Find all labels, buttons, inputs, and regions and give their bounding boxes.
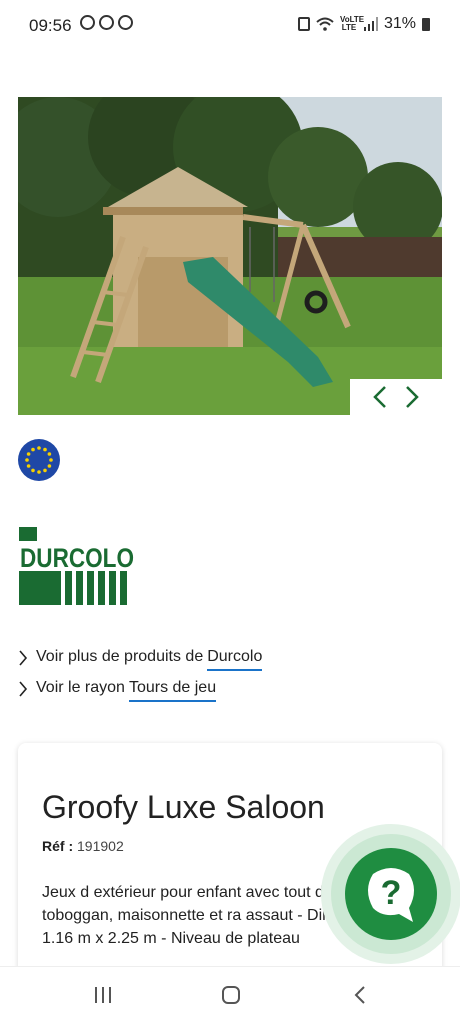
chevron-right-icon xyxy=(19,650,28,666)
record-icon xyxy=(99,15,114,30)
durcolo-logo-text: DURCOLO xyxy=(20,543,134,573)
status-time: 09:56 xyxy=(29,16,72,35)
eu-flag-icon xyxy=(18,439,60,481)
status-app-icons xyxy=(80,15,133,30)
recent-apps-icon[interactable] xyxy=(93,986,113,1004)
android-nav-bar xyxy=(0,966,460,1025)
help-chat-button[interactable]: ? xyxy=(321,824,460,964)
link-more-products[interactable]: Voir plus de produits de Durcolo xyxy=(18,648,263,679)
link-category[interactable]: Voir le rayon Tours de jeu xyxy=(18,679,262,710)
signal-icon xyxy=(363,17,378,31)
battery-percent: 31% xyxy=(383,15,416,32)
wifi-icon xyxy=(316,17,334,31)
chevron-right-icon[interactable] xyxy=(405,385,419,409)
battery-icon xyxy=(422,17,430,31)
status-right: VoLTE LTE 31% xyxy=(297,15,430,33)
question-chat-icon: ? xyxy=(381,874,402,912)
ref-label: Réf : xyxy=(42,838,74,854)
chevron-left-icon[interactable] xyxy=(373,385,387,409)
product-ref: Réf : 191902 xyxy=(42,838,124,854)
back-icon[interactable] xyxy=(354,985,366,1005)
lte-indicator: VoLTE LTE xyxy=(339,15,365,32)
messenger-icon xyxy=(118,15,133,30)
playground-photo xyxy=(18,97,442,415)
home-icon[interactable] xyxy=(221,985,241,1005)
product-title: Groofy Luxe Saloon xyxy=(42,789,325,825)
product-links: Voir plus de produits de Durcolo Voir le… xyxy=(18,648,263,710)
link-prefix: Voir plus de produits de xyxy=(36,648,204,665)
sim-icon xyxy=(297,17,310,31)
link-prefix: Voir le rayon xyxy=(36,679,125,696)
whatsapp-icon xyxy=(80,15,95,30)
category-link[interactable]: Tours de jeu xyxy=(128,679,217,702)
ref-value: 191902 xyxy=(77,838,124,854)
brand-link[interactable]: Durcolo xyxy=(207,648,263,671)
durcolo-logo[interactable]: DURCOLO xyxy=(19,527,139,607)
chevron-right-icon xyxy=(19,681,28,697)
product-image[interactable] xyxy=(18,97,442,415)
carousel-controls xyxy=(350,379,442,415)
status-bar: 09:56 VoLTE LTE 31% xyxy=(0,0,460,52)
